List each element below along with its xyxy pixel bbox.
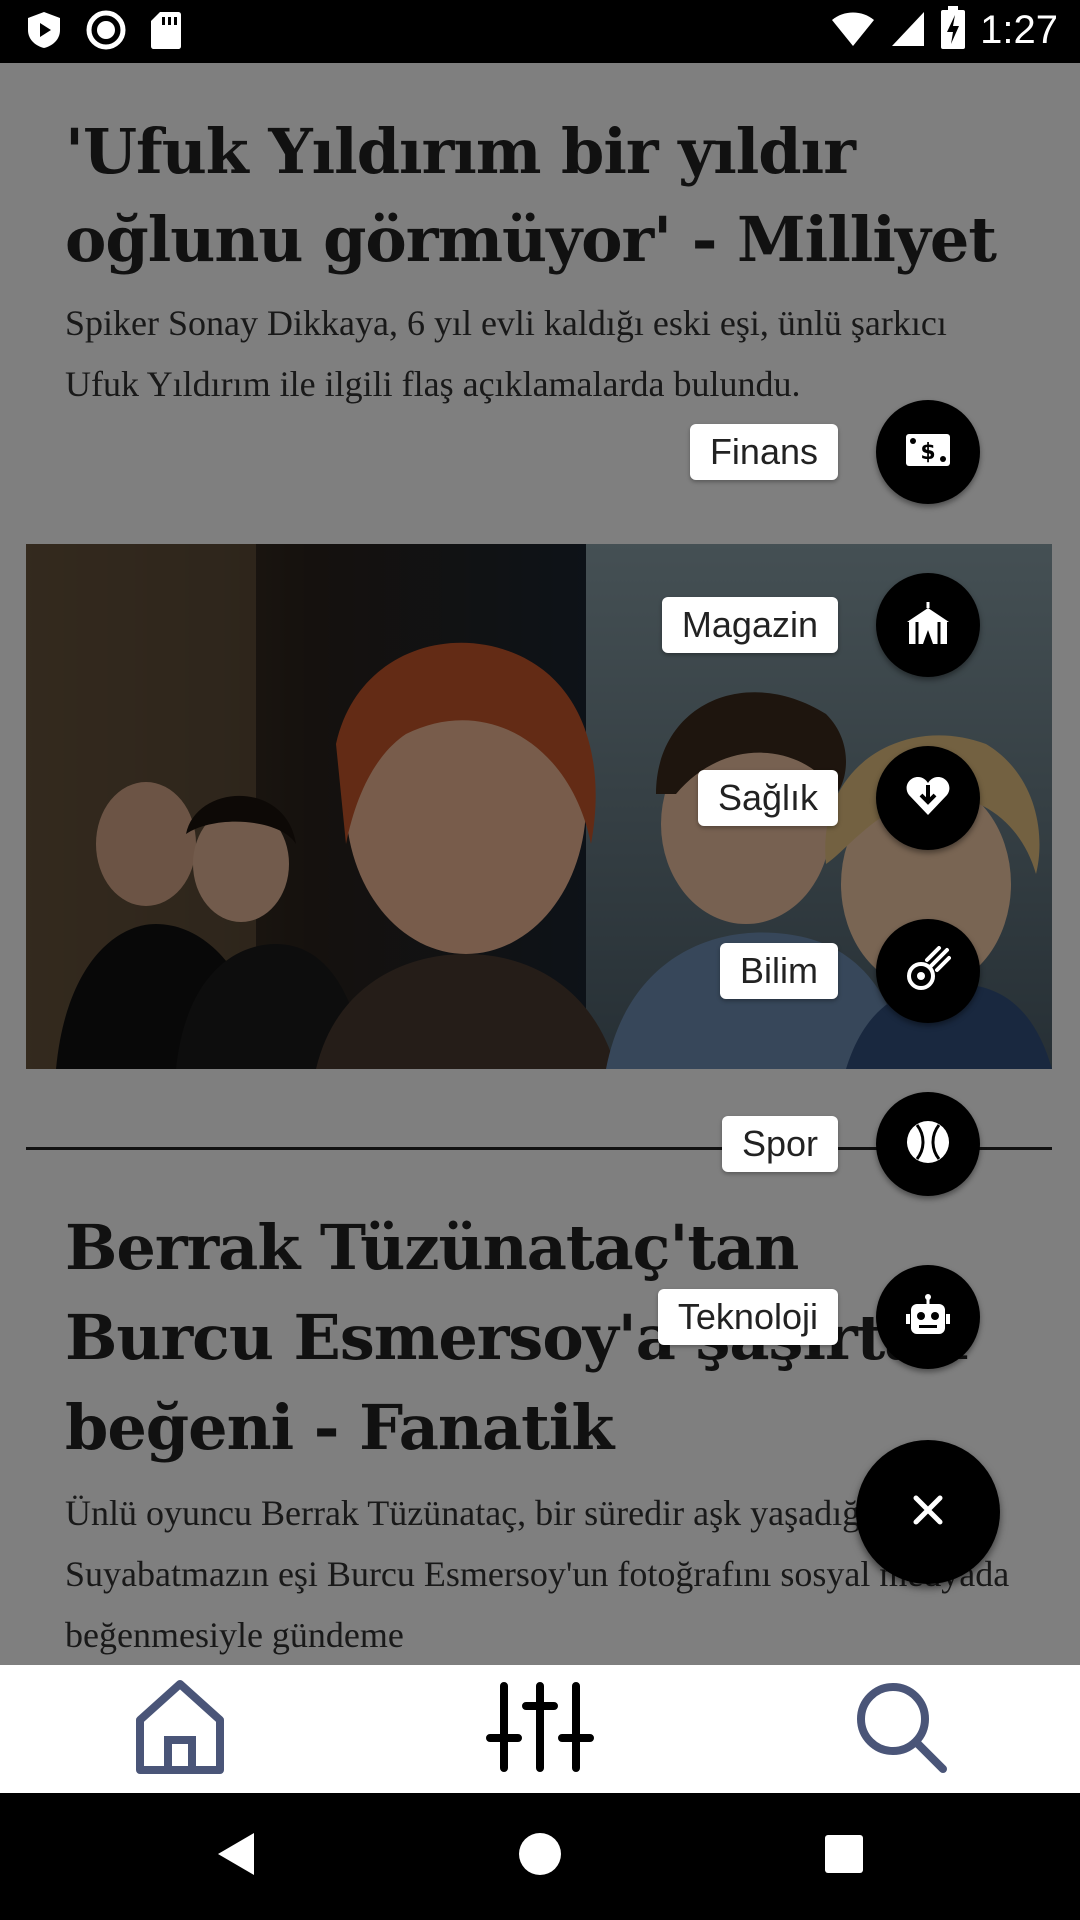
close-icon (908, 1490, 948, 1535)
filter-sliders-icon (486, 1681, 594, 1777)
system-navigation-bar (0, 1793, 1080, 1920)
bottom-navigation (0, 1665, 1080, 1793)
status-bar: 1:27 (0, 0, 1080, 63)
home-icon (132, 1678, 228, 1781)
meteor-icon (905, 945, 951, 997)
cell-signal-icon (890, 8, 926, 53)
clock: 1:27 (980, 8, 1058, 52)
home-circle-icon (517, 1831, 563, 1882)
recents-icon (823, 1833, 865, 1880)
nav-filter-button[interactable] (485, 1679, 595, 1779)
svg-text:$: $ (920, 440, 935, 465)
fab-teknoloji-button[interactable] (876, 1265, 980, 1369)
fab-label-teknoloji[interactable]: Teknoloji (657, 1289, 838, 1345)
fab-menu-scrim[interactable] (0, 63, 1080, 1665)
fab-finans-button[interactable]: $ (876, 400, 980, 504)
fab-label-magazin[interactable]: Magazin (661, 597, 838, 653)
circus-tent-icon (903, 600, 953, 651)
system-recents-button[interactable] (809, 1821, 879, 1891)
wifi-icon (830, 8, 876, 53)
play-protect-icon (26, 10, 62, 55)
fab-close-button[interactable] (856, 1440, 1000, 1584)
fab-label-finans[interactable]: Finans (689, 424, 838, 480)
search-icon (853, 1679, 949, 1780)
record-icon (86, 10, 126, 55)
fab-label-spor[interactable]: Spor (721, 1116, 838, 1172)
robot-icon (905, 1292, 951, 1343)
heart-icon (905, 775, 951, 822)
fab-bilim-button[interactable] (876, 919, 980, 1023)
battery-charging-icon (940, 6, 966, 55)
nav-search-button[interactable] (846, 1679, 956, 1779)
fab-label-saglik[interactable]: Sağlık (697, 770, 838, 826)
money-icon: $ (904, 430, 952, 475)
fab-saglik-button[interactable] (876, 746, 980, 850)
system-back-button[interactable] (201, 1821, 271, 1891)
sd-card-icon (150, 10, 182, 55)
back-icon (214, 1829, 258, 1884)
baseball-icon (905, 1119, 951, 1170)
fab-magazin-button[interactable] (876, 573, 980, 677)
nav-home-button[interactable] (125, 1679, 235, 1779)
fab-spor-button[interactable] (876, 1092, 980, 1196)
system-home-button[interactable] (505, 1821, 575, 1891)
fab-label-bilim[interactable]: Bilim (720, 943, 838, 999)
